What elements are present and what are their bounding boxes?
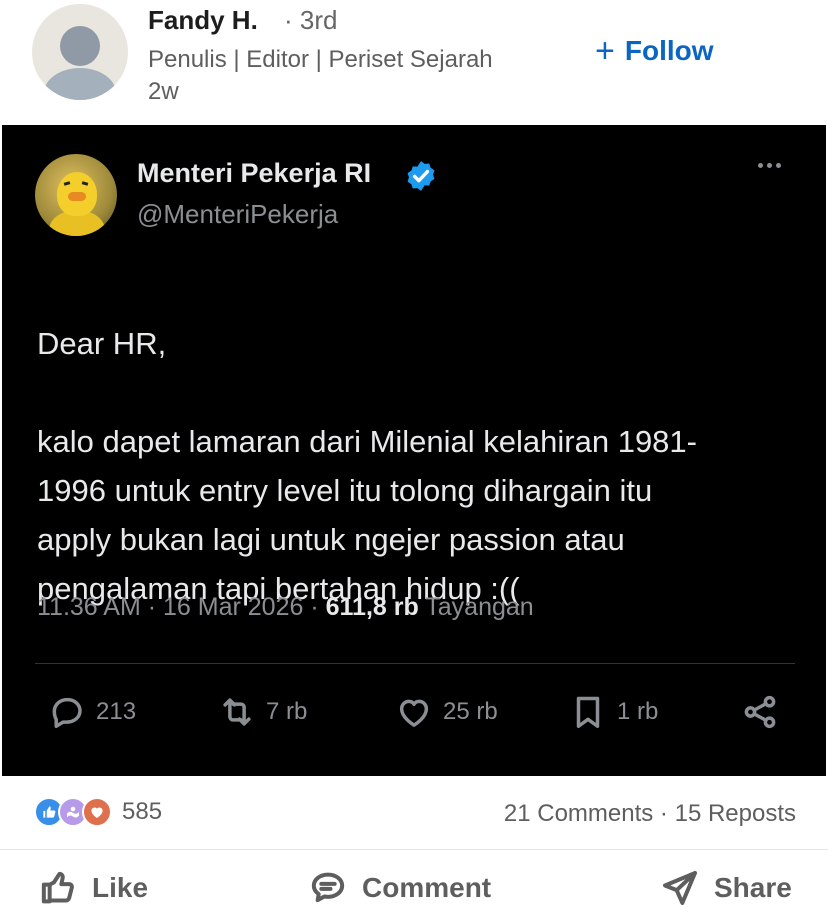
tweet-greeting: Dear HR,: [37, 326, 167, 361]
thumbs-up-icon: [41, 871, 74, 904]
tweet-reply-stat: 213: [48, 693, 136, 731]
love-reaction-icon: [82, 797, 112, 827]
social-separator: ·: [653, 800, 675, 827]
reply-count: 213: [96, 698, 137, 725]
plus-icon: +: [595, 32, 615, 70]
send-arrow-icon: [663, 871, 697, 905]
meta-separator: ·: [147, 593, 157, 621]
tweet-body: kalo dapet lamaran dari Milenial kelahir…: [37, 424, 697, 606]
tweet-meta: 11.36 AM · 16 Mar 2026 · 611,8 rb Tayang…: [37, 593, 534, 622]
like-button[interactable]: Like: [38, 868, 148, 908]
author-avatar[interactable]: [32, 4, 128, 100]
tweet-bookmark-stat: 1 rb: [569, 693, 658, 731]
share-label: Share: [714, 872, 792, 903]
share-button[interactable]: Share: [660, 868, 792, 908]
avatar-body-shape: [44, 68, 116, 100]
follow-label: Follow: [624, 35, 714, 66]
tweet-views-count: 611,8 rb: [325, 593, 419, 621]
comment-label: Comment: [362, 872, 492, 903]
bookmark-icon: [576, 696, 600, 728]
bookmark-count: 1 rb: [617, 698, 659, 725]
tweet-handle: @MenteriPekerja: [137, 199, 339, 229]
more-options-icon: [758, 163, 781, 168]
reaction-count: 585: [122, 798, 163, 825]
social-counts: 21 Comments · 15 Reposts: [504, 800, 796, 828]
tweet-avatar: [35, 154, 117, 236]
post-age: 2w: [148, 78, 179, 105]
author-name[interactable]: Fandy H.: [148, 5, 258, 36]
post-action-bar: Like Comment Share: [0, 850, 828, 923]
comment-button[interactable]: Comment: [308, 868, 491, 908]
repost-count: 7 rb: [266, 698, 308, 725]
reposts-count-link[interactable]: 15 Reposts: [675, 800, 796, 827]
repost-arrows-icon: [223, 698, 251, 726]
tweet-text: Dear HR, kalo dapet lamaran dari Milenial…: [37, 270, 797, 613]
author-headline: Penulis | Editor | Periset Sejarah: [148, 46, 493, 73]
tweet-views-label: Tayangan: [425, 593, 534, 621]
like-label: Like: [92, 872, 149, 903]
tweet-time: 11.36 AM: [37, 593, 141, 621]
comments-count-link[interactable]: 21 Comments: [504, 800, 653, 827]
reactions-summary[interactable]: 585: [34, 797, 162, 827]
connection-degree: · 3rd: [284, 5, 338, 35]
comment-bubble-icon: [311, 872, 345, 903]
tweet-date: 16 Mar 2026: [163, 593, 304, 621]
follow-button[interactable]: + Follow: [595, 34, 714, 68]
share-nodes-icon: [744, 695, 776, 729]
tweet-display-name: Menteri Pekerja RI: [137, 158, 372, 188]
avatar-head-shape: [60, 26, 100, 66]
verified-badge-icon: [407, 161, 435, 191]
like-count: 25 rb: [443, 698, 498, 725]
tweet-like-stat: 25 rb: [395, 693, 498, 731]
duck-beak-shape: [68, 192, 86, 201]
tweet-repost-stat: 7 rb: [218, 693, 307, 731]
tweet-share-stat: [741, 693, 779, 731]
reply-bubble-icon: [52, 697, 82, 728]
heart-icon: [399, 699, 429, 727]
tweet-embed[interactable]: Menteri Pekerja RI @MenteriPekerja Dear …: [2, 125, 826, 776]
tweet-divider: [35, 663, 795, 664]
meta-separator: ·: [310, 593, 319, 621]
